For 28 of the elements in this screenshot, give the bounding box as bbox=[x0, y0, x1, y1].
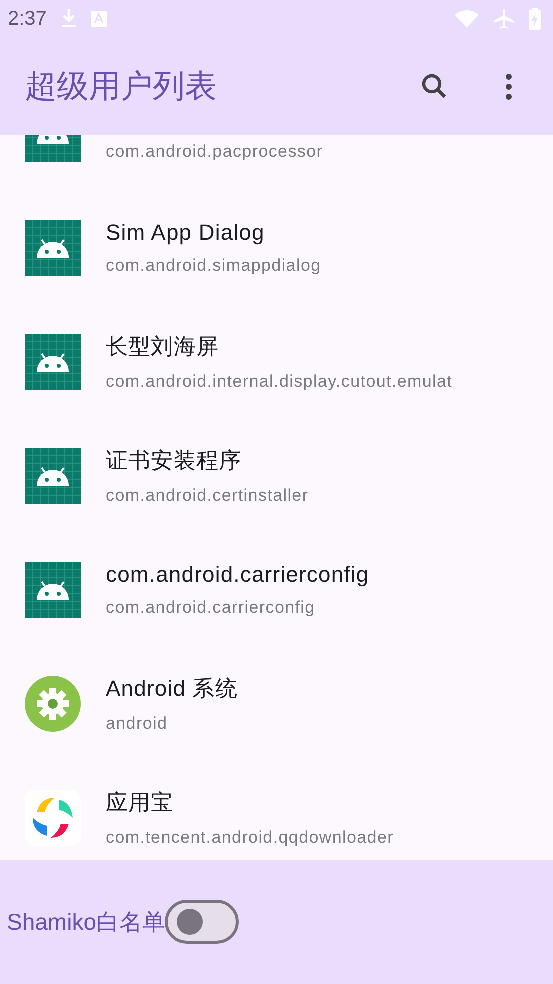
app-name: com.android.carrierconfig bbox=[106, 562, 370, 588]
app-name: 应用宝 bbox=[106, 789, 175, 817]
package-name: com.android.simappdialog bbox=[106, 256, 322, 276]
download-icon bbox=[60, 9, 77, 29]
package-name: android bbox=[106, 714, 169, 734]
android-app-icon bbox=[25, 220, 81, 276]
android-app-icon bbox=[25, 562, 81, 618]
app-bar-title: 超级用户列表 bbox=[25, 66, 218, 106]
wifi-icon bbox=[455, 10, 479, 28]
battery-icon bbox=[529, 8, 541, 30]
whitelist-label: Shamiko白名单 bbox=[7, 908, 166, 936]
whitelist-switch[interactable] bbox=[165, 900, 240, 944]
app-name: 长型刘海屏 bbox=[106, 333, 220, 361]
status-time: 2:37 bbox=[8, 8, 47, 30]
package-name: com.android.pacprocessor bbox=[106, 142, 324, 162]
package-name: com.android.certinstaller bbox=[106, 486, 309, 506]
colorful-app-icon bbox=[25, 790, 81, 846]
airplane-icon bbox=[493, 8, 515, 30]
android-app-icon bbox=[25, 448, 81, 504]
package-name: com.android.internal.display.cutout.emulat bbox=[106, 372, 453, 392]
app-name: Sim App Dialog bbox=[106, 220, 266, 246]
app-name: 证书安装程序 bbox=[106, 447, 243, 475]
gear-app-icon bbox=[25, 676, 81, 732]
android-app-icon bbox=[25, 334, 81, 390]
package-name: com.tencent.android.qqdownloader bbox=[106, 828, 394, 848]
package-name: com.android.carrierconfig bbox=[106, 598, 316, 618]
app-name: Android 系统 bbox=[106, 675, 238, 703]
keyboard-icon bbox=[90, 11, 107, 27]
